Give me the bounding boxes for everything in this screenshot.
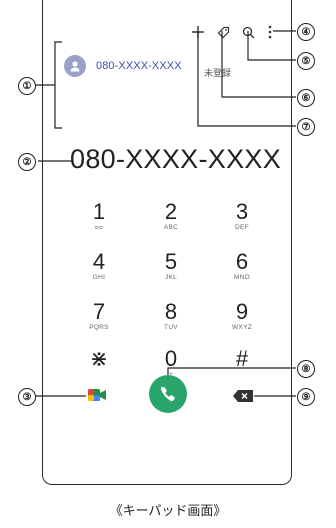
callout-6: ⑥ xyxy=(297,89,315,107)
callout-3: ③ xyxy=(18,388,36,406)
callout-9: ⑨ xyxy=(297,388,315,406)
callout-2: ② xyxy=(18,153,36,171)
annotation-lines xyxy=(34,30,296,397)
callout-5: ⑤ xyxy=(297,52,315,70)
callout-8: ⑧ xyxy=(297,360,315,378)
callout-4: ④ xyxy=(297,23,315,41)
callout-1: ① xyxy=(18,77,36,95)
callout-7: ⑦ xyxy=(297,118,315,136)
figure-caption: 《キーパッド画面》 xyxy=(109,504,227,519)
